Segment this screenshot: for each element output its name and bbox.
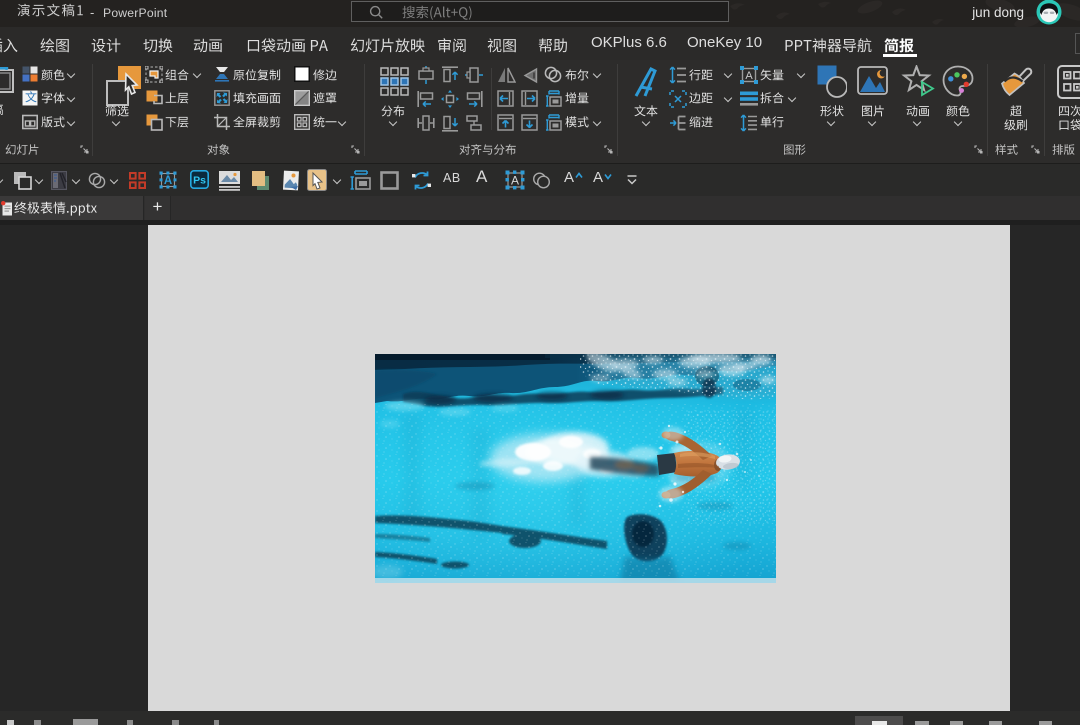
svg-text:A: A [745,70,753,82]
svg-text:Ps: Ps [193,175,206,187]
svg-text:A: A [511,174,519,188]
svg-text:A: A [164,175,172,187]
